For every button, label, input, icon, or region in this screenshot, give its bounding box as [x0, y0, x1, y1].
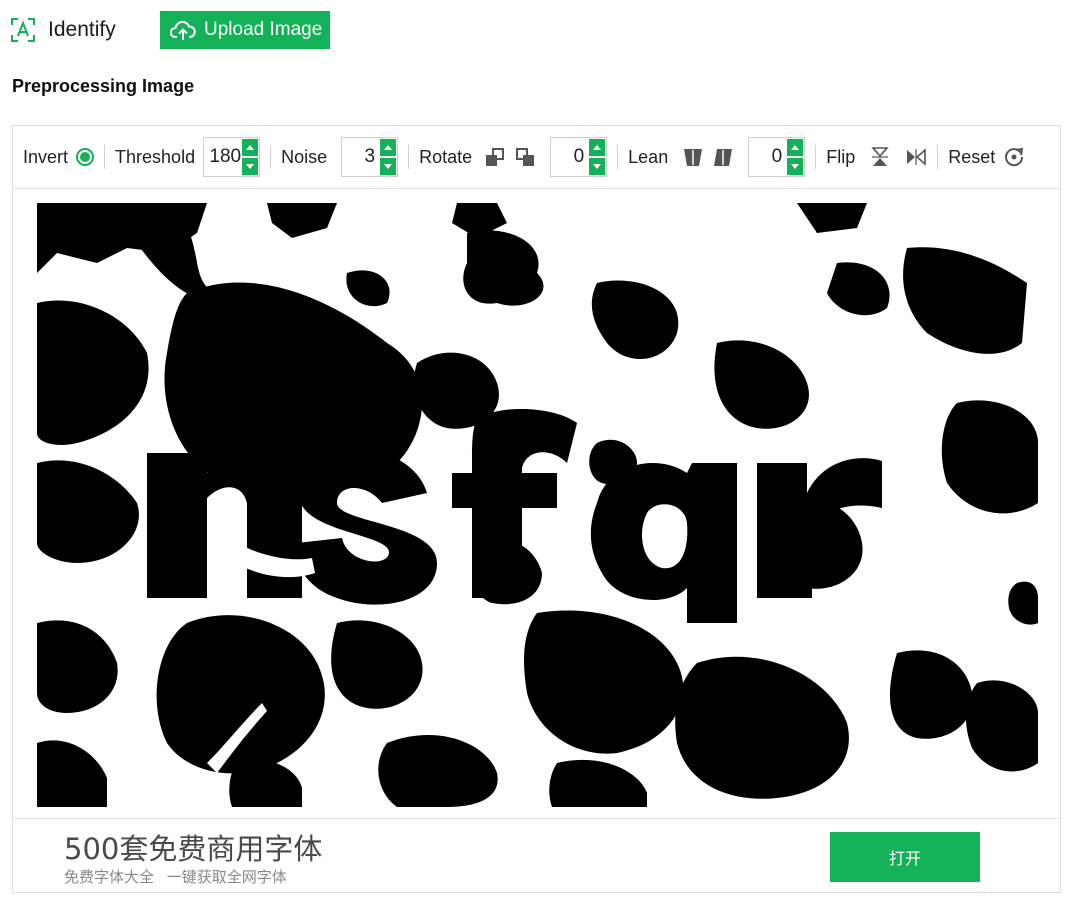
- rotate-left-icon[interactable]: [484, 146, 506, 168]
- threshold-increment-button[interactable]: [242, 139, 259, 156]
- lean-label: Lean: [628, 146, 669, 167]
- rotate-increment-button[interactable]: [589, 139, 606, 156]
- preprocessing-panel: Invert Threshold 180 Noise 3 Rotate 0 Le…: [12, 125, 1061, 893]
- rotate-label: Rotate: [419, 146, 473, 167]
- threshold-value[interactable]: 180: [209, 146, 241, 168]
- section-title: Preprocessing Image: [12, 76, 195, 96]
- reset-group[interactable]: Reset: [938, 143, 1035, 171]
- preprocessing-toolbar: Invert Threshold 180 Noise 3 Rotate 0 Le…: [13, 126, 1060, 189]
- noise-increment-button[interactable]: [380, 139, 397, 156]
- ad-subtitle: 免费字体大全 一键获取全网字体: [64, 868, 287, 886]
- rotate-arrows: [589, 139, 606, 175]
- lean-value[interactable]: 0: [772, 146, 783, 168]
- cloud-upload-icon: [170, 20, 196, 40]
- rotate-value[interactable]: 0: [574, 146, 585, 168]
- flip-vertical-icon[interactable]: [869, 146, 891, 168]
- identify-tab[interactable]: Identify: [10, 14, 116, 46]
- upload-image-label: Upload Image: [204, 19, 323, 40]
- reset-label[interactable]: Reset: [948, 147, 995, 168]
- invert-label: Invert: [23, 146, 69, 167]
- flip-group: Flip: [816, 143, 937, 171]
- top-bar: Identify Upload Image: [0, 0, 1071, 60]
- preview-image: [37, 203, 1038, 807]
- rotate-decrement-button[interactable]: [589, 158, 606, 175]
- lean-decrement-button[interactable]: [787, 158, 804, 175]
- identify-label: Identify: [48, 18, 116, 41]
- ad-banner[interactable]: 500套免费商用字体 免费字体大全 一键获取全网字体 打开: [13, 818, 1060, 893]
- noise-value[interactable]: 3: [365, 146, 376, 168]
- flip-horizontal-icon[interactable]: [905, 146, 927, 168]
- noise-stepper[interactable]: 3: [341, 137, 399, 177]
- invert-radio[interactable]: [76, 148, 95, 166]
- noise-arrows: [380, 139, 397, 175]
- rotate-stepper[interactable]: 0: [550, 137, 608, 177]
- lean-increment-button[interactable]: [787, 139, 804, 156]
- rotate-group: Rotate 0: [409, 137, 617, 177]
- reset-icon[interactable]: [1003, 146, 1025, 168]
- noise-decrement-button[interactable]: [380, 158, 397, 175]
- threshold-arrows: [242, 139, 259, 175]
- lean-arrows: [787, 139, 804, 175]
- radio-dot: [80, 152, 91, 162]
- invert-group: Invert: [13, 143, 104, 171]
- rotate-right-icon[interactable]: [514, 146, 536, 168]
- ad-open-button[interactable]: 打开: [830, 832, 980, 882]
- text-scan-icon: [11, 18, 35, 42]
- binarized-captcha-image: [37, 203, 1038, 807]
- flip-label: Flip: [826, 146, 856, 167]
- lean-group: Lean 0: [618, 137, 815, 177]
- lean-left-icon[interactable]: [682, 146, 704, 168]
- threshold-decrement-button[interactable]: [242, 158, 259, 175]
- lean-stepper[interactable]: 0: [748, 137, 806, 177]
- lean-right-icon[interactable]: [712, 146, 734, 168]
- noise-label: Noise: [281, 146, 328, 167]
- noise-group: Noise 3: [271, 137, 408, 177]
- threshold-label: Threshold: [115, 146, 196, 167]
- ad-title[interactable]: 500套免费商用字体: [64, 826, 322, 868]
- threshold-stepper[interactable]: 180: [203, 137, 261, 177]
- upload-image-button[interactable]: Upload Image: [160, 11, 330, 49]
- threshold-group: Threshold 180: [105, 137, 270, 177]
